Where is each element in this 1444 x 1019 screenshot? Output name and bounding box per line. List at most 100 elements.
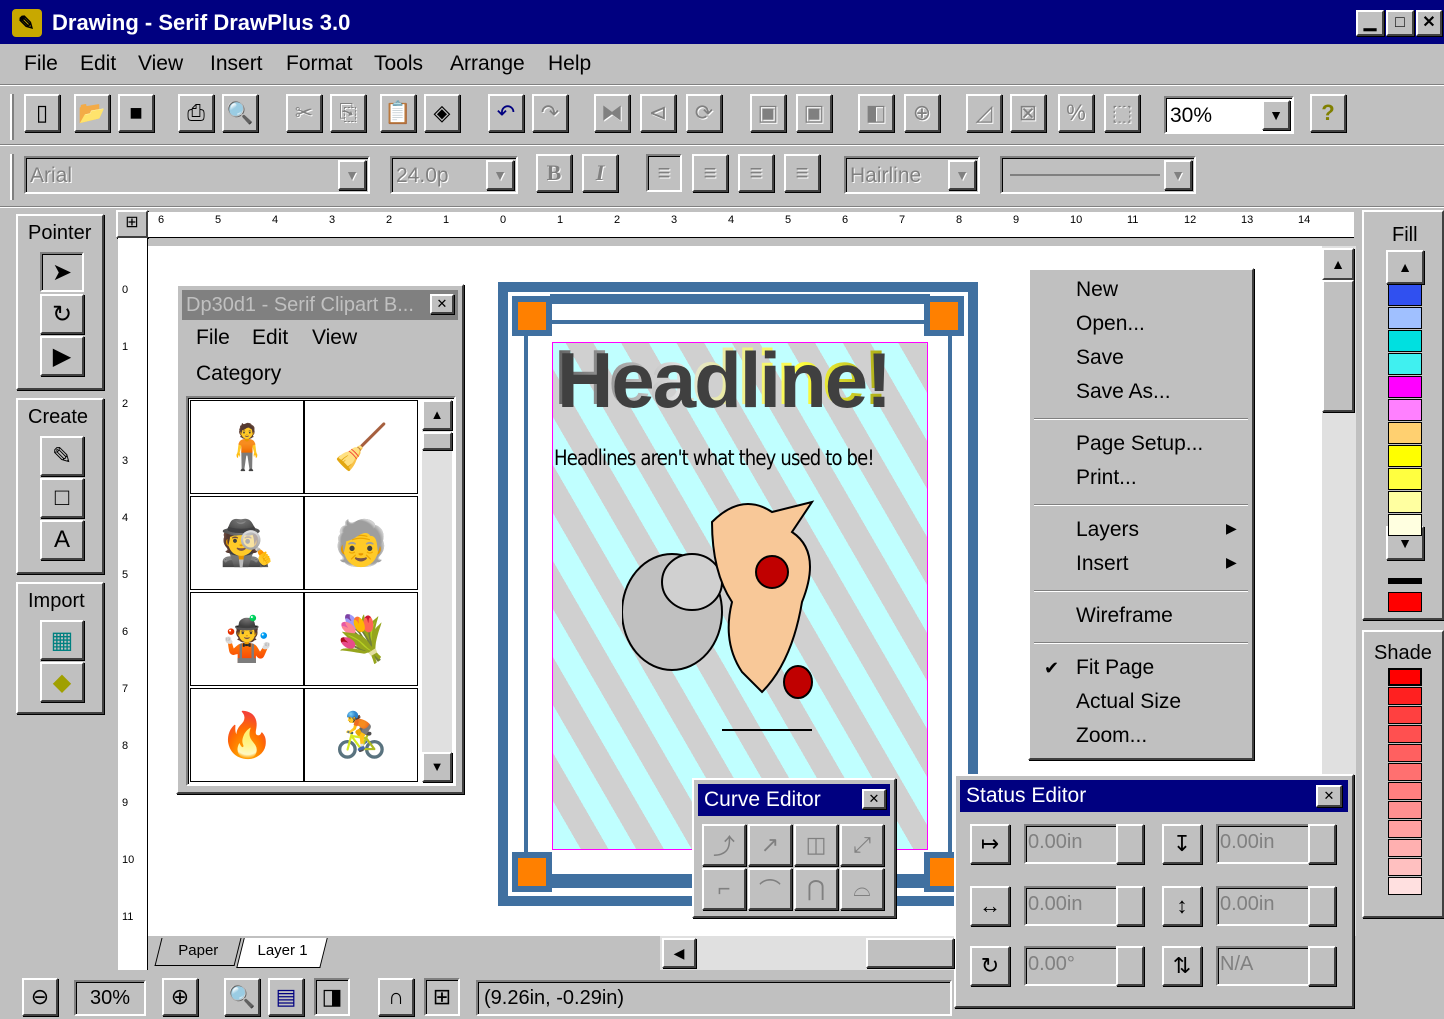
menu-insert[interactable]: Insert [210,52,263,76]
scroll-thumb[interactable] [866,938,954,968]
bold-button[interactable]: B [536,154,572,192]
rotate-tool-icon[interactable]: ↻ [40,294,84,334]
text-tool-icon[interactable]: A [40,520,84,560]
menu-item-print[interactable]: Print... [1076,466,1137,490]
clipart-menu-category[interactable]: Category [196,362,281,386]
flip-vertical-icon[interactable]: ⊲ [640,94,676,132]
magnet-snap-icon[interactable]: ∩ [378,978,414,1016]
menu-item-wireframe[interactable]: Wireframe [1076,604,1173,628]
app-icon[interactable] [12,9,42,37]
menu-item-fit-page[interactable]: Fit Page [1076,656,1154,680]
redo-icon[interactable]: ↷ [532,94,568,132]
clipart-menu-edit[interactable]: Edit [252,326,288,350]
close-icon[interactable]: ✕ [862,789,886,809]
shade-swatch[interactable] [1388,725,1422,743]
ruler-origin-icon[interactable]: ⊞ [116,210,148,238]
horizontal-scrollbar[interactable]: ◀ [660,936,954,970]
menu-arrange[interactable]: Arrange [450,52,525,76]
y-spinner[interactable] [1308,824,1336,864]
menu-file[interactable]: File [24,52,58,76]
font-size-combo[interactable]: 24.0p ▼ [390,156,518,194]
height-spinner[interactable] [1308,886,1336,926]
cut-icon[interactable]: ✂ [286,94,322,132]
line-style-combo[interactable]: ▼ [1000,156,1196,194]
print-icon[interactable]: ⎙ [178,94,214,132]
menu-item-actual-size[interactable]: Actual Size [1076,690,1181,714]
fill-swatch[interactable] [1388,284,1422,306]
menu-item-open[interactable]: Open... [1076,312,1145,336]
shade-swatch[interactable] [1388,782,1422,800]
fill-swatch[interactable] [1388,353,1422,375]
fill-swatch[interactable] [1388,514,1422,536]
symmetric-icon[interactable]: ⋂ [794,868,838,910]
italic-button[interactable]: I [582,154,618,192]
menu-item-insert[interactable]: Insert [1076,552,1129,576]
chevron-down-icon[interactable]: ▼ [1164,160,1192,190]
restore-button[interactable]: □ [1386,10,1414,36]
fill-line-swatch[interactable] [1388,578,1422,584]
fill-swatch[interactable] [1388,422,1422,444]
chevron-down-icon[interactable]: ▼ [486,160,514,190]
clipart-menu-view[interactable]: View [312,326,357,350]
current-fill-swatch[interactable] [1388,592,1422,612]
zoom-tool-icon[interactable]: 🔍 [224,978,260,1016]
tab-paper[interactable]: Paper [154,938,242,966]
grid-snap-icon[interactable]: ⊞ [424,978,460,1016]
chevron-down-icon[interactable]: ▼ [948,160,976,190]
scroll-left-icon[interactable]: ◀ [662,938,696,968]
shade-swatch[interactable] [1388,763,1422,781]
chevron-down-icon[interactable]: ▼ [338,160,366,190]
clipart-scrollbar[interactable]: ▲ ▼ [422,400,452,782]
clipart-thumbnail[interactable]: 💐 [304,592,418,686]
fill-swatch[interactable] [1388,445,1422,467]
scroll-up-icon[interactable]: ▲ [1322,248,1354,280]
clipart-thumbnail[interactable]: 🧍 [190,400,304,494]
crop-icon[interactable]: ⊠ [1010,94,1046,132]
shade-swatch[interactable] [1388,839,1422,857]
paste-icon[interactable]: 📋 [380,94,416,132]
combine-icon[interactable]: ⊕ [904,94,940,132]
flip-horizontal-icon[interactable]: ⧓ [594,94,630,132]
save-disk-icon[interactable]: ■ [118,94,154,132]
curve-icon[interactable]: ⌒ [748,868,792,910]
menu-item-page-setup[interactable]: Page Setup... [1076,432,1203,456]
height-field[interactable]: 0.00in [1216,886,1310,926]
import-clipart-icon[interactable]: ◆ [40,662,84,702]
clipart-thumbnail[interactable]: 🤹 [190,592,304,686]
close-curve-icon[interactable]: ◫ [794,824,838,866]
justify-icon[interactable]: ≡ [784,154,820,192]
zoom-out-icon[interactable]: ⊖ [22,978,58,1016]
fill-swatch[interactable] [1388,399,1422,421]
shade-swatch[interactable] [1388,820,1422,838]
menu-item-layers[interactable]: Layers [1076,518,1139,542]
new-document-icon[interactable]: ▯ [24,94,60,132]
send-to-back-icon[interactable]: ▣ [796,94,832,132]
scroll-thumb[interactable] [422,432,452,450]
minimize-button[interactable]: ▁ [1356,10,1384,36]
help-icon[interactable]: ? [1310,94,1346,132]
close-icon[interactable]: ✕ [1316,785,1342,807]
y-position-field[interactable]: 0.00in [1216,824,1310,864]
align-center-icon[interactable]: ≡ [692,154,728,192]
group-icon[interactable]: ◧ [858,94,894,132]
pencil-tool-icon[interactable]: ✎ [40,436,84,476]
node-tool-icon[interactable]: ▶ [40,336,84,376]
clipart-thumbnail[interactable]: 🚴 [304,688,418,782]
menu-item-save-as[interactable]: Save As... [1076,380,1171,404]
menu-help[interactable]: Help [548,52,591,76]
convert-to-curves-icon[interactable]: ◿ [966,94,1002,132]
blend-icon[interactable]: % [1058,94,1094,132]
shade-swatch[interactable] [1388,706,1422,724]
break-curve-icon[interactable]: ⤢ [840,824,884,866]
copy-icon[interactable]: ⎘ [330,94,366,132]
pointer-tool-icon[interactable]: ➤ [40,252,84,292]
shade-swatch[interactable] [1388,801,1422,819]
shade-swatch[interactable] [1388,744,1422,762]
fill-swatch[interactable] [1388,491,1422,513]
font-combo[interactable]: Arial ▼ [24,156,370,194]
bring-to-front-icon[interactable]: ▣ [750,94,786,132]
clipart-thumbnail[interactable]: 🕵 [190,496,304,590]
import-picture-icon[interactable]: ▦ [40,620,84,660]
print-preview-icon[interactable]: 🔍 [222,94,258,132]
shade-swatch[interactable] [1388,668,1422,686]
